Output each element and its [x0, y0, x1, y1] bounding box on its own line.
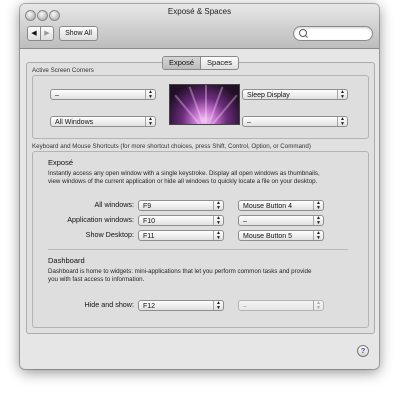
dashboard-section-title: Dashboard [48, 256, 85, 265]
help-icon: ? [360, 346, 366, 355]
show-desktop-key-popup[interactable]: F11 ▲ ▼ [138, 230, 224, 241]
section-divider [48, 249, 348, 250]
preferences-window: Exposé & Spaces ◀ ▶ Show All Exposé Spac… [20, 4, 379, 369]
application-windows-key-popup[interactable]: F10 ▲ ▼ [138, 215, 224, 226]
title-bar: Exposé & Spaces ◀ ▶ Show All [20, 4, 379, 49]
show-desktop-mouse-popup[interactable]: Mouse Button 5 ▲ ▼ [238, 230, 324, 241]
expose-description-line: view windows of the current application … [48, 177, 318, 185]
expose-description: Instantly access any open window with a … [48, 170, 366, 185]
tab-expose[interactable]: Exposé [163, 57, 202, 69]
expose-section-title: Exposé [48, 158, 74, 167]
popup-arrows-icon: ▲ ▼ [145, 117, 155, 126]
popup-arrows-icon: ▲ ▼ [213, 201, 223, 210]
forward-arrow-icon: ▶ [44, 30, 50, 37]
popup-arrows-icon: ▲ ▼ [145, 90, 155, 99]
search-field[interactable] [293, 26, 373, 41]
all-windows-label: All windows: [94, 200, 134, 209]
active-screen-corners-label: Active Screen Corners [32, 67, 94, 74]
dashboard-key-value: F12 [143, 303, 156, 310]
show-desktop-mouse-value: Mouse Button 5 [243, 233, 293, 240]
window-title: Exposé & Spaces [167, 7, 232, 16]
tab-spaces[interactable]: Spaces [201, 57, 238, 69]
dashboard-description: Dashboard is home to widgets: mini-appli… [48, 268, 366, 283]
dashboard-mouse-value: – [243, 303, 247, 310]
show-desktop-key-value: F11 [143, 233, 155, 240]
forward-button[interactable]: ▶ [40, 26, 54, 41]
all-windows-key-value: F9 [143, 203, 152, 210]
dashboard-description-line: you with fast access to information. [48, 275, 145, 283]
popup-arrows-icon: ▲ ▼ [337, 90, 347, 99]
expose-description-line: Instantly access any open window with a … [48, 170, 320, 177]
top-right-corner-popup[interactable]: Sleep Display ▲ ▼ [242, 89, 348, 100]
popup-arrows-icon: ▲ ▼ [313, 216, 323, 225]
popup-arrows-icon: ▲ ▼ [337, 117, 347, 126]
top-right-corner-value: Sleep Display [247, 92, 290, 99]
application-windows-mouse-value: – [243, 218, 247, 225]
search-icon [299, 29, 307, 37]
popup-arrows-icon: ▲ ▼ [313, 201, 323, 210]
popup-arrows-icon: ▲ ▼ [313, 231, 323, 240]
desktop-preview-image [169, 84, 240, 125]
popup-arrows-icon: ▲ ▼ [213, 231, 223, 240]
tab-control: Exposé Spaces [162, 56, 240, 70]
application-windows-mouse-popup[interactable]: – ▲ ▼ [238, 215, 324, 226]
popup-arrows-icon: ▲ ▼ [313, 301, 323, 310]
application-windows-label: Application windows: [67, 215, 134, 224]
all-windows-mouse-popup[interactable]: Mouse Button 4 ▲ ▼ [238, 200, 324, 211]
dashboard-key-popup[interactable]: F12 ▲ ▼ [138, 300, 224, 311]
top-left-corner-popup[interactable]: – ▲ ▼ [50, 89, 156, 100]
popup-arrows-icon: ▲ ▼ [213, 301, 223, 310]
back-arrow-icon: ◀ [31, 30, 37, 37]
search-input[interactable] [310, 27, 366, 40]
back-button[interactable]: ◀ [27, 26, 41, 41]
hide-and-show-label: Hide and show: [84, 300, 134, 309]
popup-arrows-icon: ▲ ▼ [213, 216, 223, 225]
show-desktop-label: Show Desktop: [85, 230, 134, 239]
bottom-right-corner-popup[interactable]: – ▲ ▼ [242, 116, 348, 127]
bottom-left-corner-popup[interactable]: All Windows ▲ ▼ [50, 116, 156, 127]
application-windows-key-value: F10 [143, 218, 156, 225]
shortcuts-label: Keyboard and Mouse Shortcuts (for more s… [32, 143, 311, 150]
all-windows-key-popup[interactable]: F9 ▲ ▼ [138, 200, 224, 211]
all-windows-mouse-value: Mouse Button 4 [243, 203, 293, 210]
dashboard-description-line: Dashboard is home to widgets: mini-appli… [48, 268, 312, 275]
dashboard-mouse-popup[interactable]: – ▲ ▼ [238, 300, 324, 311]
bottom-right-corner-value: – [247, 119, 251, 126]
top-left-corner-value: – [55, 92, 59, 99]
bottom-left-corner-value: All Windows [55, 119, 94, 126]
help-button[interactable]: ? [357, 345, 369, 357]
show-all-button[interactable]: Show All [59, 26, 98, 41]
